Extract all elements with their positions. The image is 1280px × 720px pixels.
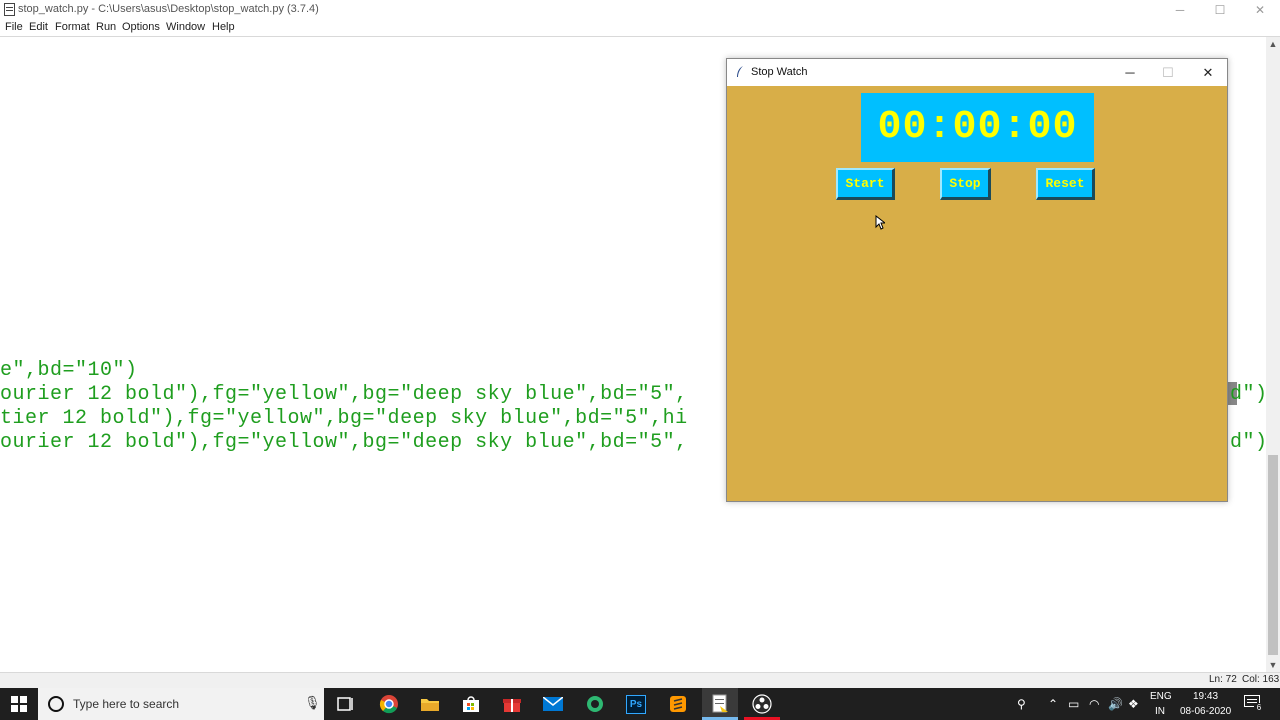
windows-start-button[interactable] — [0, 688, 38, 720]
language-region[interactable]: IN — [1155, 706, 1165, 717]
scrollbar-thumb[interactable] — [1268, 455, 1278, 655]
code-line-tail: d") — [1230, 383, 1266, 406]
store-icon[interactable] — [451, 688, 491, 720]
time-display: 00:00:00 — [861, 93, 1094, 162]
stopwatch-minimize-button[interactable]: ─ — [1111, 59, 1149, 86]
status-line: Ln: 72 — [1209, 674, 1237, 685]
code-line: tier 12 bold"),fg="yellow",bg="deep sky … — [0, 407, 688, 430]
scroll-down-arrow-icon[interactable]: ▼ — [1266, 658, 1280, 672]
editor-menubar: File Edit Format Run Options Window Help — [0, 20, 1280, 37]
editor-minimize-button[interactable]: ─ — [1160, 0, 1200, 20]
battery-icon[interactable]: ▭ — [1068, 697, 1079, 711]
tk-feather-icon — [737, 66, 743, 77]
mouse-cursor-icon — [875, 215, 885, 230]
stopwatch-window: Stop Watch ─ ☐ ✕ 00:00:00 Start Stop Res… — [726, 58, 1228, 502]
search-placeholder: Type here to search — [73, 697, 180, 711]
task-view-icon[interactable] — [326, 688, 366, 720]
stop-button[interactable]: Stop — [940, 168, 991, 200]
stopwatch-title: Stop Watch — [751, 66, 808, 78]
code-line: e",bd="10") — [0, 359, 138, 382]
gift-icon[interactable] — [492, 688, 532, 720]
menu-options[interactable]: Options — [122, 21, 160, 33]
menu-run[interactable]: Run — [96, 21, 116, 33]
volume-icon[interactable]: 🔊 — [1108, 697, 1123, 711]
status-col: Col: 163 — [1242, 674, 1280, 685]
people-icon[interactable]: ⚲ — [1017, 697, 1026, 711]
notification-center-button[interactable]: 6 — [1244, 695, 1264, 713]
sublime-icon[interactable] — [658, 688, 698, 720]
idle-icon[interactable] — [700, 688, 740, 720]
reset-button[interactable]: Reset — [1036, 168, 1095, 200]
menu-help[interactable]: Help — [212, 21, 235, 33]
app-green-icon[interactable] — [575, 688, 615, 720]
clock-time[interactable]: 19:43 — [1193, 691, 1218, 702]
code-line: ourier 12 bold"),fg="yellow",bg="deep sk… — [0, 383, 688, 406]
stopwatch-close-button[interactable]: ✕ — [1189, 59, 1227, 86]
menu-file[interactable]: File — [5, 21, 23, 33]
clock-date[interactable]: 08-06-2020 — [1180, 706, 1231, 717]
menu-format[interactable]: Format — [55, 21, 90, 33]
chevron-up-icon[interactable]: ⌃ — [1048, 697, 1058, 711]
stopwatch-titlebar[interactable]: Stop Watch ─ ☐ ✕ — [727, 59, 1227, 86]
windows-logo-icon — [11, 696, 27, 712]
chrome-icon[interactable] — [369, 688, 409, 720]
editor-vertical-scrollbar[interactable]: ▲ ▼ — [1266, 37, 1280, 672]
editor-titlebar: stop_watch.py - C:\Users\asus\Desktop\st… — [0, 0, 1280, 20]
menu-edit[interactable]: Edit — [29, 21, 48, 33]
scroll-up-arrow-icon[interactable]: ▲ — [1266, 37, 1280, 51]
menu-window[interactable]: Window — [166, 21, 205, 33]
taskbar-search-box[interactable]: Type here to search 🎙 — [38, 688, 324, 720]
editor-statusbar: Ln: 72 Col: 163 — [0, 672, 1280, 688]
editor-maximize-button[interactable]: ☐ — [1200, 0, 1240, 20]
wifi-icon[interactable]: ◠ — [1089, 697, 1099, 711]
python-file-icon — [4, 3, 15, 16]
start-button[interactable]: Start — [836, 168, 895, 200]
editor-title: stop_watch.py - C:\Users\asus\Desktop\st… — [18, 3, 319, 15]
stopwatch-body: 00:00:00 Start Stop Reset — [727, 86, 1227, 501]
code-line-tail: d") — [1230, 431, 1266, 454]
file-explorer-icon[interactable] — [410, 688, 450, 720]
dropbox-icon[interactable]: ❖ — [1128, 697, 1139, 711]
language-code[interactable]: ENG — [1150, 691, 1172, 702]
stopwatch-maximize-button[interactable]: ☐ — [1149, 59, 1187, 86]
editor-close-button[interactable]: ✕ — [1240, 0, 1280, 20]
notification-count: 6 — [1254, 703, 1264, 713]
obs-icon[interactable] — [742, 688, 782, 720]
cortana-icon — [48, 696, 64, 712]
microphone-icon[interactable]: 🎙 — [304, 695, 321, 711]
photoshop-label: Ps — [626, 694, 646, 714]
windows-taskbar: Type here to search 🎙 Ps ⚲ ⌃ ▭ ◠ 🔊 ❖ ENG — [0, 688, 1280, 720]
mail-icon[interactable] — [533, 688, 573, 720]
photoshop-icon[interactable]: Ps — [616, 688, 656, 720]
code-line: ourier 12 bold"),fg="yellow",bg="deep sk… — [0, 431, 688, 454]
